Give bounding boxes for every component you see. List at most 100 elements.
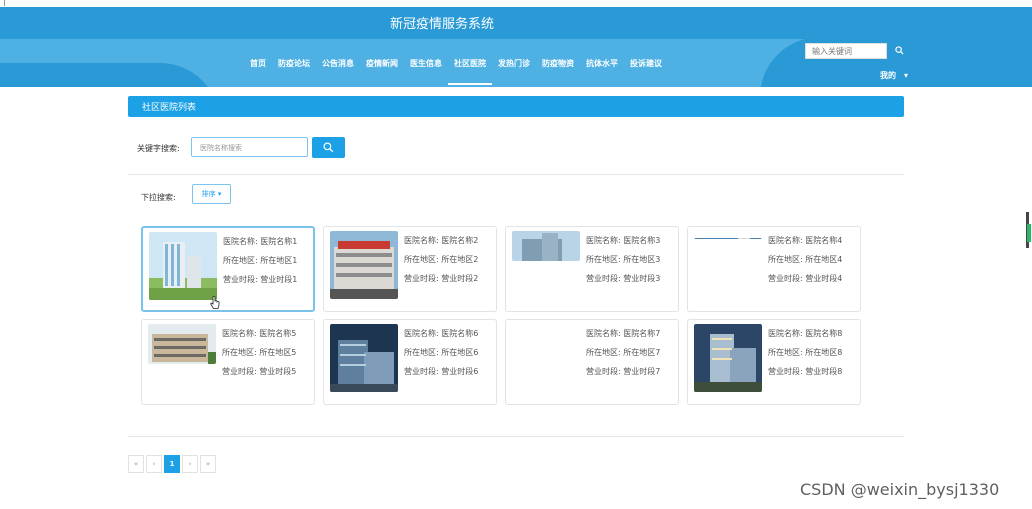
sort-label: 排序 <box>201 190 216 198</box>
nav-item-doctor[interactable]: 医生信息 <box>404 53 448 85</box>
hospital-region-row: 所在地区: 所在地区5 <box>222 343 296 362</box>
hospital-region: 所在地区5 <box>259 348 297 357</box>
header-search-input[interactable]: 输入关键词 <box>805 43 887 59</box>
hospital-info: 医院名称: 医院名称4 所在地区: 所在地区4 营业时段: 营业时段4 <box>768 231 842 288</box>
hospital-info: 医院名称: 医院名称7 所在地区: 所在地区7 营业时段: 营业时段7 <box>586 324 660 381</box>
nav-item-fever-clinic[interactable]: 发热门诊 <box>492 53 536 85</box>
hospital-name-row: 医院名称: 医院名称6 <box>404 324 478 343</box>
caret-down-icon: ▾ <box>215 190 222 198</box>
dropdown-search-label: 下拉搜索: <box>141 193 176 202</box>
hospital-card[interactable]: 医院名称: 医院名称8 所在地区: 所在地区8 营业时段: 营业时段8 <box>687 319 861 405</box>
next-page-button[interactable]: › <box>182 455 198 473</box>
hospital-info: 医院名称: 医院名称2 所在地区: 所在地区2 营业时段: 营业时段2 <box>404 231 478 288</box>
nav-item-news[interactable]: 疫情新闻 <box>360 53 404 85</box>
region-label: 所在地区: <box>586 255 621 264</box>
nav-item-notice[interactable]: 公告消息 <box>316 53 360 85</box>
hospital-info: 医院名称: 医院名称1 所在地区: 所在地区1 营业时段: 营业时段1 <box>223 232 297 289</box>
hours-label: 营业时段: <box>586 274 621 283</box>
hospital-card[interactable]: 医院名称: 医院名称1 所在地区: 所在地区1 营业时段: 营业时段1 <box>141 226 315 312</box>
hospital-region: 所在地区2 <box>441 255 479 264</box>
hospital-hours: 营业时段3 <box>623 274 661 283</box>
hospital-info: 医院名称: 医院名称5 所在地区: 所在地区5 营业时段: 营业时段5 <box>222 324 296 381</box>
hospital-hours-row: 营业时段: 营业时段3 <box>586 269 660 288</box>
nav-item-hospital[interactable]: 社区医院 <box>448 53 492 85</box>
hospital-region-row: 所在地区: 所在地区7 <box>586 343 660 362</box>
hospital-card[interactable]: 医院名称: 医院名称3 所在地区: 所在地区3 营业时段: 营业时段3 <box>505 226 679 312</box>
name-label: 医院名称: <box>404 236 439 245</box>
name-label: 医院名称: <box>768 236 803 245</box>
hand-cursor-icon <box>210 296 220 309</box>
hospital-region: 所在地区7 <box>623 348 661 357</box>
hospital-hours: 营业时段5 <box>259 367 297 376</box>
nav-item-antibody[interactable]: 抗体水平 <box>580 53 624 85</box>
hospital-hours: 营业时段8 <box>805 367 843 376</box>
hospital-card[interactable]: 医院名称: 医院名称7 所在地区: 所在地区7 营业时段: 营业时段7 <box>505 319 679 405</box>
hospital-image <box>330 324 398 392</box>
user-menu-label: 我的 <box>880 71 896 80</box>
hospital-card[interactable]: 医院名称: 医院名称4 所在地区: 所在地区4 营业时段: 营业时段4 <box>687 226 861 312</box>
region-label: 所在地区: <box>768 348 803 357</box>
pagination: « ‹ 1 › » <box>128 455 216 473</box>
hospital-info: 医院名称: 医院名称3 所在地区: 所在地区3 营业时段: 营业时段3 <box>586 231 660 288</box>
hours-label: 营业时段: <box>586 367 621 376</box>
name-label: 医院名称: <box>404 329 439 338</box>
hours-label: 营业时段: <box>404 274 439 283</box>
page-button-current[interactable]: 1 <box>164 455 180 473</box>
hospital-name-row: 医院名称: 医院名称1 <box>223 232 297 251</box>
keyword-search-button[interactable] <box>312 137 345 158</box>
name-label: 医院名称: <box>586 329 621 338</box>
hospital-info: 医院名称: 医院名称6 所在地区: 所在地区6 营业时段: 营业时段6 <box>404 324 478 381</box>
window-tick <box>4 0 5 6</box>
hospital-hours-row: 营业时段: 营业时段2 <box>404 269 478 288</box>
nav-item-forum[interactable]: 防疫论坛 <box>272 53 316 85</box>
last-page-button[interactable]: » <box>200 455 216 473</box>
hospital-image <box>148 324 216 364</box>
hospital-hours: 营业时段7 <box>623 367 661 376</box>
nav-item-supplies[interactable]: 防疫物资 <box>536 53 580 85</box>
hospital-name-row: 医院名称: 医院名称7 <box>586 324 660 343</box>
page: 新冠疫情服务系统 首页 防疫论坛 公告消息 疫情新闻 医生信息 社区医院 发热门… <box>0 0 1032 509</box>
region-label: 所在地区: <box>223 256 258 265</box>
divider <box>128 436 904 437</box>
hospital-region-row: 所在地区: 所在地区1 <box>223 251 297 270</box>
search-icon <box>894 46 904 55</box>
prev-page-button[interactable]: ‹ <box>146 455 162 473</box>
region-label: 所在地区: <box>586 348 621 357</box>
search-icon <box>323 142 334 153</box>
region-label: 所在地区: <box>404 255 439 264</box>
hospital-name-row: 医院名称: 医院名称2 <box>404 231 478 250</box>
hospital-image <box>694 324 762 392</box>
keyword-search-input[interactable]: 医院名称搜索 <box>191 137 308 157</box>
region-label: 所在地区: <box>768 255 803 264</box>
name-label: 医院名称: <box>223 237 258 246</box>
hospital-name: 医院名称4 <box>805 236 843 245</box>
user-menu[interactable]: 我的 ▾ <box>880 70 908 81</box>
hospital-hours-row: 营业时段: 营业时段6 <box>404 362 478 381</box>
hospital-hours-row: 营业时段: 营业时段7 <box>586 362 660 381</box>
header-search-button[interactable] <box>888 43 910 59</box>
caret-down-icon: ▾ <box>904 71 909 80</box>
hours-label: 营业时段: <box>768 367 803 376</box>
main-nav: 首页 防疫论坛 公告消息 疫情新闻 医生信息 社区医院 发热门诊 防疫物资 抗体… <box>244 53 668 85</box>
hospital-card[interactable]: 医院名称: 医院名称6 所在地区: 所在地区6 营业时段: 营业时段6 <box>323 319 497 405</box>
hospital-hours: 营业时段6 <box>441 367 479 376</box>
hospital-region: 所在地区3 <box>623 255 661 264</box>
name-label: 医院名称: <box>222 329 257 338</box>
watermark: CSDN @weixin_bysj1330 <box>800 480 1000 499</box>
first-page-button[interactable]: « <box>128 455 144 473</box>
sort-dropdown[interactable]: 排序 ▾ <box>192 184 231 204</box>
hospital-region: 所在地区1 <box>260 256 298 265</box>
hospital-region: 所在地区8 <box>805 348 843 357</box>
hospital-hours: 营业时段1 <box>260 275 298 284</box>
hospital-card[interactable]: 医院名称: 医院名称2 所在地区: 所在地区2 营业时段: 营业时段2 <box>323 226 497 312</box>
hospital-image <box>512 231 580 261</box>
hospital-info: 医院名称: 医院名称8 所在地区: 所在地区8 营业时段: 营业时段8 <box>768 324 842 381</box>
hospital-card[interactable]: 医院名称: 医院名称5 所在地区: 所在地区5 营业时段: 营业时段5 <box>141 319 315 405</box>
hospital-region-row: 所在地区: 所在地区6 <box>404 343 478 362</box>
nav-item-home[interactable]: 首页 <box>244 53 272 85</box>
name-label: 医院名称: <box>586 236 621 245</box>
nav-item-complaint[interactable]: 投诉建议 <box>624 53 668 85</box>
hospital-name: 医院名称1 <box>260 237 298 246</box>
name-label: 医院名称: <box>768 329 803 338</box>
region-label: 所在地区: <box>404 348 439 357</box>
